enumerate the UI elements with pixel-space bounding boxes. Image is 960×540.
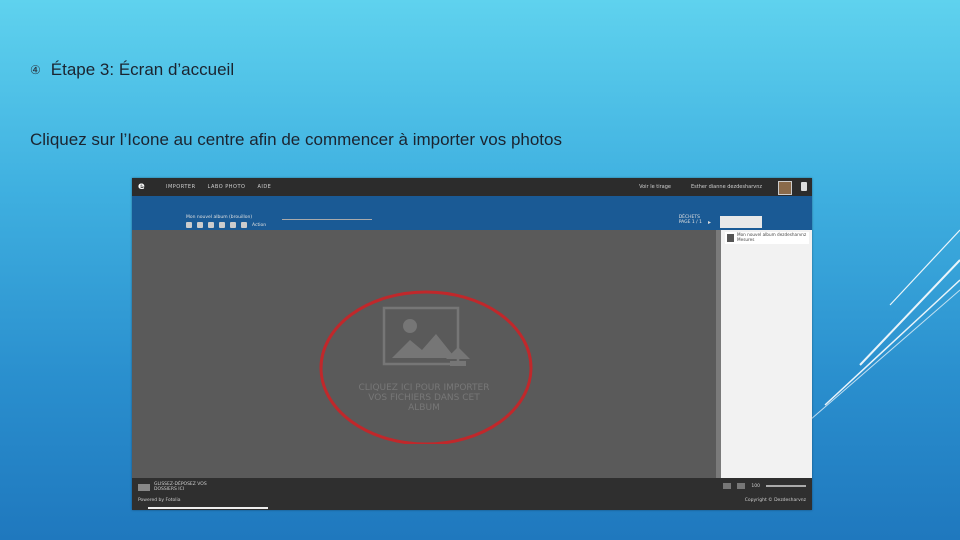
list-view-icon[interactable] [737,483,746,489]
prev-icon[interactable] [197,222,203,228]
upload-line-1: CLIQUEZ ICI POUR IMPORTER [359,383,490,393]
rotate-icon[interactable] [186,222,192,228]
panel-toggle-icon[interactable]: ▸ [708,219,716,226]
circled-number-icon: ④ [30,63,41,77]
panel-tab[interactable] [720,216,762,228]
drop-label-2: DOSSIERS ICI [154,487,185,492]
drop-zone[interactable]: GLISSEZ-DÉPOSEZ VOS DOSSIERS ICI [138,482,207,492]
folder-icon [138,483,150,491]
slide-title-text: Étape 3: Écran d’accueil [50,60,235,79]
powered-by: Powered by Fotolia [138,498,181,503]
mountain-icon [392,334,452,358]
play-icon[interactable] [208,222,214,228]
upload-line-2: VOS FICHIERS DANS CET [368,393,480,403]
app-screenshot: e IMPORTER LABO PHOTO AIDE Voir le tirag… [132,178,812,510]
user-area: Voir le tirage Esther dianne dezdesharvn… [639,184,762,190]
page-info: DÉCHETS PAGE 1 / 1 [679,215,702,225]
sun-icon [403,319,417,333]
album-panel: Mon nouvel album dezdesharvnz Mesures [721,230,812,478]
main-nav: IMPORTER LABO PHOTO AIDE [166,184,271,190]
nav-import[interactable]: IMPORTER [166,184,196,190]
copyright: Copyright © Dezdesharvnz [744,498,806,503]
nav-photo-lab[interactable]: LABO PHOTO [208,184,246,190]
album-thumbnail [727,234,734,242]
album-toolbar: Mon nouvel album (brouillon) Action DÉCH… [182,214,702,230]
highlight-ring [319,290,533,444]
zoom-value: 100 [751,483,760,489]
album-list-item[interactable]: Mon nouvel album dezdesharvnz Mesures [725,232,809,244]
trash-icon[interactable] [801,182,807,191]
album-name[interactable]: Mon nouvel album (brouillon) [186,215,252,220]
grid-view-icon[interactable] [723,483,732,489]
settings-icon[interactable] [241,222,247,228]
nav-help[interactable]: AIDE [257,184,271,190]
avatar[interactable] [778,181,792,195]
decorative-lines [809,229,960,420]
view-print-link[interactable]: Voir le tirage [639,184,671,190]
app-topbar: e IMPORTER LABO PHOTO AIDE Voir le tirag… [132,178,812,196]
app-footer: GLISSEZ-DÉPOSEZ VOS DOSSIERS ICI 100 Pow… [132,478,812,510]
app-logo-icon[interactable]: e [138,181,154,193]
divider [282,219,372,220]
action-menu[interactable]: Action [252,223,266,228]
zoom-slider[interactable] [766,485,806,487]
progress-bar [148,507,268,509]
zoom-icon[interactable] [230,222,236,228]
upload-line-3: ALBUM [408,403,440,413]
upload-button[interactable]: CLIQUEZ ICI POUR IMPORTER VOS FICHIERS D… [318,264,548,444]
slide-body-text: Cliquez sur l’Icone au centre afin de co… [30,130,562,149]
album-item-label: Mon nouvel album dezdesharvnz Mesures [737,232,807,242]
tool-buttons: Action [186,222,266,228]
view-controls: 100 [723,483,806,489]
drop-label: GLISSEZ-DÉPOSEZ VOS DOSSIERS ICI [154,482,207,492]
page-indicator: PAGE 1 / 1 [678,220,702,225]
user-name[interactable]: Esther dianne dezdesharvnz [691,184,762,190]
slide-title: ④ Étape 3: Écran d’accueil [30,60,234,80]
next-icon[interactable] [219,222,225,228]
upload-base-icon [450,361,466,366]
